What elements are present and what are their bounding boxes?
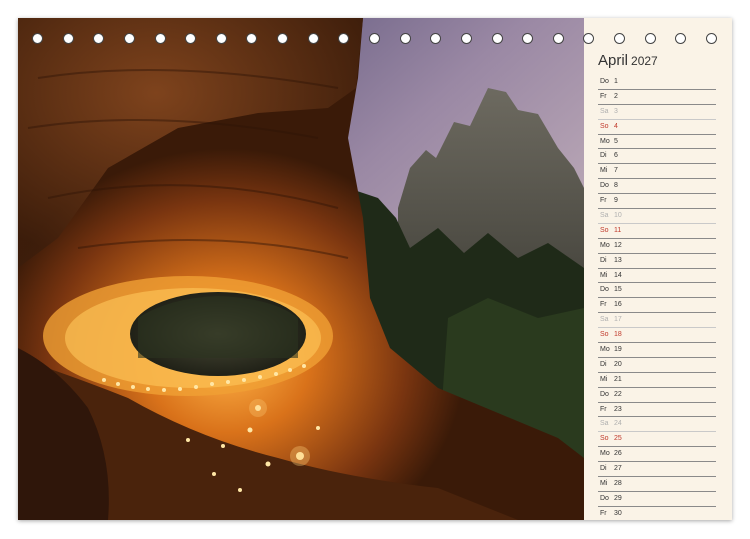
- day-row: So 4: [598, 120, 716, 135]
- day-number: 7: [614, 167, 618, 175]
- day-row: Fr 2: [598, 90, 716, 105]
- weekday-label: So: [600, 435, 609, 443]
- month-title: April 2027: [598, 52, 658, 69]
- weekday-label: Mi: [600, 167, 608, 175]
- day-row: Sa 10: [598, 209, 716, 224]
- weekday-label: So: [600, 331, 609, 339]
- weekday-label: Di: [600, 465, 607, 473]
- day-number: 11: [614, 226, 622, 234]
- day-number: 5: [614, 137, 618, 145]
- weekday-label: Di: [600, 152, 607, 160]
- day-row: Do 15: [598, 283, 716, 299]
- day-number: 27: [614, 465, 622, 473]
- day-row: So 25: [598, 432, 716, 448]
- day-list: Do 1 Fr 2 Sa 3 So 4 Mo 5 Di 6 Mi 7 Do 8 Fr 9 Sa 10 So 11 Mo 12 D…: [598, 75, 716, 520]
- weekday-label: Fr: [600, 509, 607, 517]
- weekday-label: Do: [600, 494, 609, 502]
- day-number: 23: [614, 405, 622, 413]
- month-name: April: [598, 52, 629, 69]
- day-number: 17: [614, 316, 622, 324]
- day-number: 20: [614, 360, 622, 368]
- weekday-label: Sa: [600, 420, 609, 428]
- day-number: 21: [614, 375, 622, 383]
- weekday-label: Sa: [600, 316, 609, 324]
- day-row: Mo 26: [598, 447, 716, 463]
- day-row: Fr 16: [598, 298, 716, 314]
- landscape-photo: [18, 18, 584, 520]
- day-number: 28: [614, 480, 622, 488]
- weekday-label: Fr: [600, 92, 607, 100]
- day-row: Fr 9: [598, 194, 716, 210]
- weekday-label: Mo: [600, 137, 610, 145]
- day-row: Mo 5: [598, 135, 716, 150]
- day-number: 2: [614, 92, 618, 100]
- year: 2027: [631, 54, 658, 68]
- landscape-photo-icon: [18, 18, 584, 520]
- weekday-label: So: [600, 122, 609, 130]
- day-row: Sa 24: [598, 417, 716, 433]
- day-row: Mo 19: [598, 343, 716, 358]
- day-number: 29: [614, 494, 622, 502]
- day-number: 26: [614, 450, 622, 458]
- day-row: Di 6: [598, 149, 716, 165]
- weekday-label: Mo: [600, 450, 610, 458]
- day-row: Sa 3: [598, 105, 716, 120]
- weekday-label: Sa: [600, 212, 609, 220]
- day-row: Di 27: [598, 462, 716, 478]
- day-number: 15: [614, 286, 622, 294]
- weekday-label: Do: [600, 182, 609, 190]
- day-row: Mi 28: [598, 477, 716, 492]
- day-number: 25: [614, 435, 622, 443]
- weekday-label: Sa: [600, 107, 609, 115]
- day-row: Do 1: [598, 75, 716, 90]
- day-row: Sa 17: [598, 313, 716, 329]
- weekday-label: Do: [600, 286, 609, 294]
- day-number: 1: [614, 78, 618, 85]
- day-number: 3: [614, 107, 618, 115]
- day-row: Fr 23: [598, 403, 716, 418]
- weekday-label: Mi: [600, 271, 608, 279]
- weekday-label: Do: [600, 390, 609, 398]
- weekday-label: Mi: [600, 480, 608, 488]
- day-number: 22: [614, 390, 622, 398]
- weekday-label: So: [600, 226, 609, 234]
- day-row: Di 20: [598, 358, 716, 373]
- day-number: 6: [614, 152, 618, 160]
- day-number: 13: [614, 256, 622, 264]
- calendar-page: April 2027 Do 1 Fr 2 Sa 3 So 4 Mo 5 Di 6 Mi 7 Do 8 Fr 9 Sa 1…: [18, 18, 732, 520]
- day-row: Do 22: [598, 388, 716, 403]
- day-row: So 11: [598, 224, 716, 239]
- day-number: 10: [614, 212, 622, 220]
- day-number: 8: [614, 182, 618, 190]
- day-row: Mi 14: [598, 269, 716, 284]
- weekday-label: Do: [600, 78, 609, 85]
- weekday-label: Fr: [600, 197, 607, 205]
- weekday-label: Fr: [600, 405, 607, 413]
- day-number: 12: [614, 241, 622, 249]
- day-number: 30: [614, 509, 622, 517]
- weekday-label: Fr: [600, 301, 607, 309]
- day-row: Mi 21: [598, 373, 716, 388]
- day-row: Fr 30: [598, 507, 716, 520]
- weekday-label: Mo: [600, 346, 610, 354]
- day-row: Do 29: [598, 492, 716, 507]
- day-number: 9: [614, 197, 618, 205]
- day-number: 16: [614, 301, 622, 309]
- day-number: 4: [614, 122, 618, 130]
- calendar-sidebar: April 2027 Do 1 Fr 2 Sa 3 So 4 Mo 5 Di 6 Mi 7 Do 8 Fr 9 Sa 1…: [584, 18, 732, 520]
- day-row: Do 8: [598, 179, 716, 195]
- weekday-label: Di: [600, 360, 607, 368]
- weekday-label: Di: [600, 256, 607, 264]
- day-row: Di 13: [598, 254, 716, 269]
- day-row: So 18: [598, 328, 716, 344]
- weekday-label: Mi: [600, 375, 608, 383]
- day-number: 18: [614, 331, 622, 339]
- day-number: 24: [614, 420, 622, 428]
- day-number: 14: [614, 271, 622, 279]
- day-row: Mi 7: [598, 164, 716, 180]
- day-number: 19: [614, 346, 622, 354]
- day-row: Mo 12: [598, 239, 716, 254]
- weekday-label: Mo: [600, 241, 610, 249]
